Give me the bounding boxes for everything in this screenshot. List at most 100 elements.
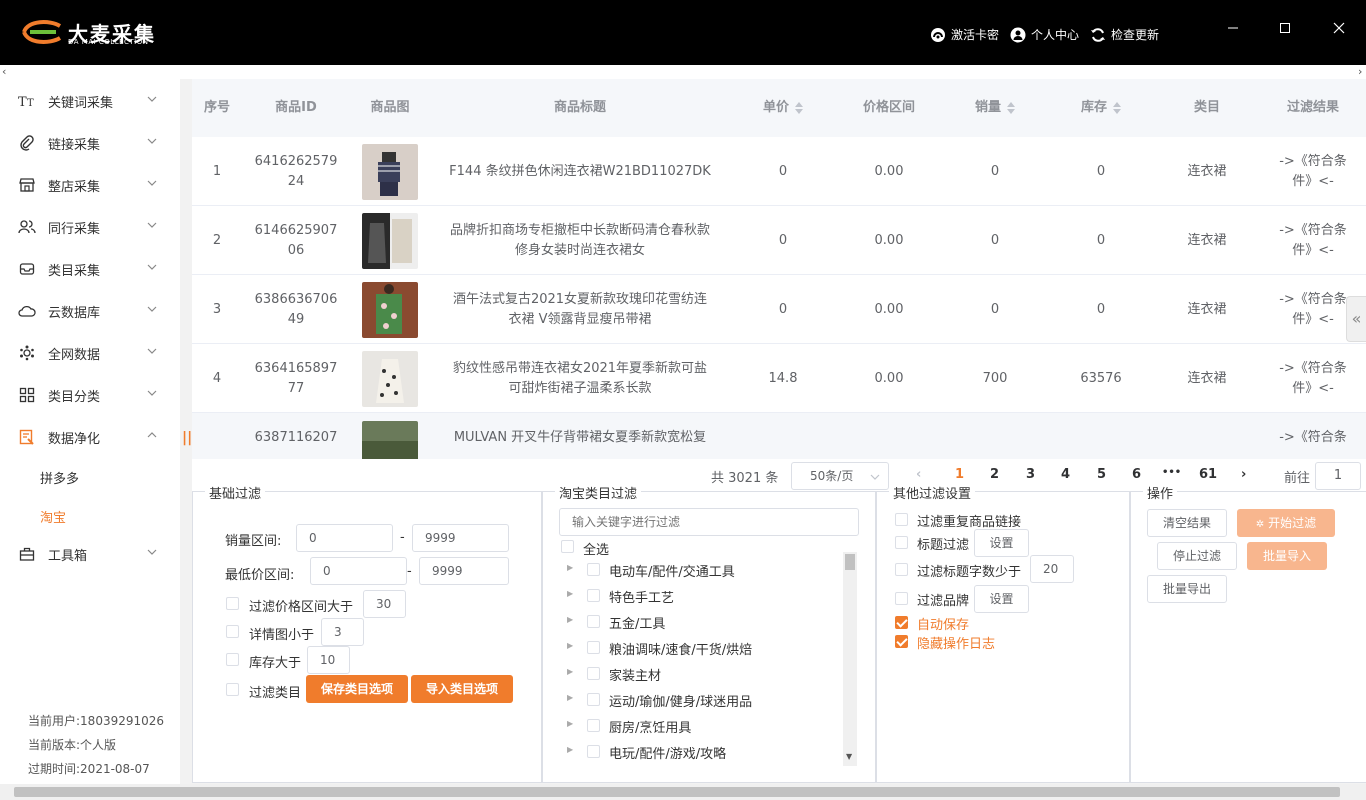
title-length-checkbox[interactable] [895, 563, 908, 576]
table-row[interactable]: 3 6386636706 49 酒午法式复古2021女夏新款玫瑰印花雪纺连 衣裙 V… [192, 275, 1366, 344]
dup-link-label: 过滤重复商品链接 [917, 515, 1022, 530]
page-3[interactable]: 3 [1026, 467, 1035, 482]
category-item[interactable]: ▶ 运动/瑜伽/健身/球迷用品 [567, 691, 752, 710]
update-button[interactable]: 检查更新 [1090, 26, 1159, 43]
page-61[interactable]: 61 [1199, 467, 1217, 482]
page-4[interactable]: 4 [1061, 467, 1070, 482]
prev-page-button[interactable]: ‹ [916, 467, 921, 482]
category-checkbox[interactable] [587, 563, 600, 576]
save-category-button[interactable]: 保存类目选项 [306, 675, 408, 703]
category-checkbox[interactable] [587, 667, 600, 680]
sales-max-input[interactable]: 9999 [412, 524, 509, 552]
scroll-down-icon[interactable]: ▼ [846, 752, 852, 761]
scrollbar-thumb[interactable] [845, 554, 855, 570]
nav-toolbox[interactable]: 工具箱 [0, 533, 180, 575]
header-stock[interactable]: 库存 [1048, 79, 1154, 137]
category-item[interactable]: ▶ 电动车/配件/交通工具 [567, 561, 735, 580]
nav-peer-collect[interactable]: 同行采集 [0, 206, 180, 248]
title-line-1: 酒午法式复古2021女夏新款玫瑰印花雪纺连 [452, 291, 708, 307]
brand-filter-checkbox[interactable] [895, 592, 908, 605]
filter-price-range-checkbox[interactable] [226, 597, 239, 610]
category-search-input[interactable] [559, 508, 859, 536]
nav-keyword-collect[interactable]: TT 关键词采集 [0, 80, 180, 122]
profile-button[interactable]: 个人中心 [1010, 26, 1079, 43]
activate-button[interactable]: 激活卡密 [930, 26, 999, 43]
page-ellipsis[interactable]: ••• [1162, 467, 1181, 478]
nav-link-collect[interactable]: 链接采集 [0, 122, 180, 164]
category-item[interactable]: ▶ 厨房/烹饪用具 [567, 717, 691, 736]
table-row[interactable]: 4 6364165897 77 豹纹性感吊带连衣裙女2021年夏季新款可盐 可甜炸街… [192, 344, 1366, 413]
category-checkbox[interactable] [587, 641, 600, 654]
maximize-button[interactable] [1275, 20, 1295, 40]
sales-min-input[interactable]: 0 [296, 524, 393, 552]
minimize-button[interactable] [1223, 20, 1243, 40]
title-length-input[interactable]: 20 [1030, 555, 1074, 583]
stock-checkbox[interactable] [226, 653, 239, 666]
nav-label: 云数据库 [48, 305, 101, 321]
category-checkbox[interactable] [587, 745, 600, 758]
table-row[interactable]: 2 6146625907 06 品牌折扣商场专柜撤柜中长款断码清仓春秋款 修身女装时… [192, 206, 1366, 275]
category-item[interactable]: ▶ 家装主材 [567, 665, 661, 684]
nav-category-classify[interactable]: 类目分类 [0, 374, 180, 416]
category-checkbox[interactable] [587, 615, 600, 628]
sub-item-taobao[interactable]: 淘宝 [40, 507, 66, 526]
category-item[interactable]: ▶ 粮油调味/速食/干货/烘焙 [567, 639, 752, 658]
dup-link-checkbox[interactable] [895, 513, 908, 526]
title-filter-setting-button[interactable]: 设置 [974, 529, 1029, 557]
table-row[interactable]: 6387116207 MULVAN 开叉牛仔背带裙女夏季新款宽松复 ->《符合条 [192, 413, 1366, 459]
chevron-down-icon [147, 549, 157, 555]
next-page-button[interactable]: › [1241, 467, 1246, 482]
import-category-button[interactable]: 导入类目选项 [411, 675, 513, 703]
page-1[interactable]: 1 [955, 467, 964, 482]
scroll-right-icon[interactable]: › [1358, 65, 1362, 78]
page-5[interactable]: 5 [1097, 467, 1106, 482]
category-checkbox[interactable] [587, 719, 600, 732]
close-button[interactable] [1329, 20, 1349, 40]
sub-item-pinduoduo[interactable]: 拼多多 [40, 468, 79, 487]
price-max-input[interactable]: 9999 [419, 557, 509, 585]
scrollbar-thumb[interactable] [14, 787, 1340, 797]
scroll-left-icon[interactable]: ‹ [2, 65, 6, 78]
title-line-1: 豹纹性感吊带连衣裙女2021年夏季新款可盐 [452, 360, 708, 376]
select-all-checkbox[interactable] [561, 540, 574, 553]
page-6[interactable]: 6 [1132, 467, 1141, 482]
expand-panel-button[interactable]: « [1346, 296, 1366, 342]
price-range-input[interactable]: 30 [363, 590, 406, 618]
category-item[interactable]: ▶ 五金/工具 [567, 613, 665, 632]
detail-image-checkbox[interactable] [226, 625, 239, 638]
nav-data-clean[interactable]: 数据净化 [0, 416, 180, 458]
horizontal-scrollbar[interactable] [0, 784, 1366, 800]
header-sales[interactable]: 销量 [942, 79, 1048, 137]
batch-import-button[interactable]: 批量导入 [1247, 542, 1327, 570]
category-scrollbar[interactable]: ▼ [843, 552, 857, 766]
table-row[interactable]: 1 6416262579 24 F144 条纹拼色休闲连衣裙W21BD11027D… [192, 137, 1366, 206]
filter-category-checkbox[interactable] [226, 683, 239, 696]
header-price[interactable]: 单价 [730, 79, 836, 137]
stop-filter-button[interactable]: 停止过滤 [1157, 542, 1237, 570]
nav-cloud-database[interactable]: 云数据库 [0, 290, 180, 332]
category-label: 电动车/配件/交通工具 [609, 565, 735, 580]
title-filter-checkbox[interactable] [895, 536, 908, 549]
batch-export-button[interactable]: 批量导出 [1147, 575, 1227, 603]
goto-page-input[interactable]: 1 [1315, 462, 1361, 490]
id-line-1: 6364165897 [254, 360, 338, 376]
start-filter-button[interactable]: ✲ 开始过滤 [1237, 509, 1335, 537]
stock-input[interactable]: 10 [307, 646, 350, 674]
category-item[interactable]: ▶ 特色手工艺 [567, 587, 674, 606]
title-line-2: 修身女装时尚连衣裙女 [514, 242, 645, 258]
nav-all-data[interactable]: 全网数据 [0, 332, 180, 374]
page-size-select[interactable]: 50条/页 [791, 462, 889, 490]
category-checkbox[interactable] [587, 589, 600, 602]
brand-filter-setting-button[interactable]: 设置 [974, 585, 1029, 613]
page-2[interactable]: 2 [990, 467, 999, 482]
clear-results-button[interactable]: 清空结果 [1147, 509, 1227, 537]
price-min-input[interactable]: 0 [310, 557, 407, 585]
nav-category-collect[interactable]: 类目采集 [0, 248, 180, 290]
detail-image-input[interactable]: 3 [321, 618, 364, 646]
nav-shop-collect[interactable]: 整店采集 [0, 164, 180, 206]
hide-log-checkbox[interactable] [895, 635, 908, 648]
category-item[interactable]: ▶ 电玩/配件/游戏/攻略 [567, 743, 726, 762]
auto-save-checkbox[interactable] [895, 616, 908, 629]
sidebar-collapse-handle[interactable]: || [182, 430, 192, 446]
category-checkbox[interactable] [587, 693, 600, 706]
